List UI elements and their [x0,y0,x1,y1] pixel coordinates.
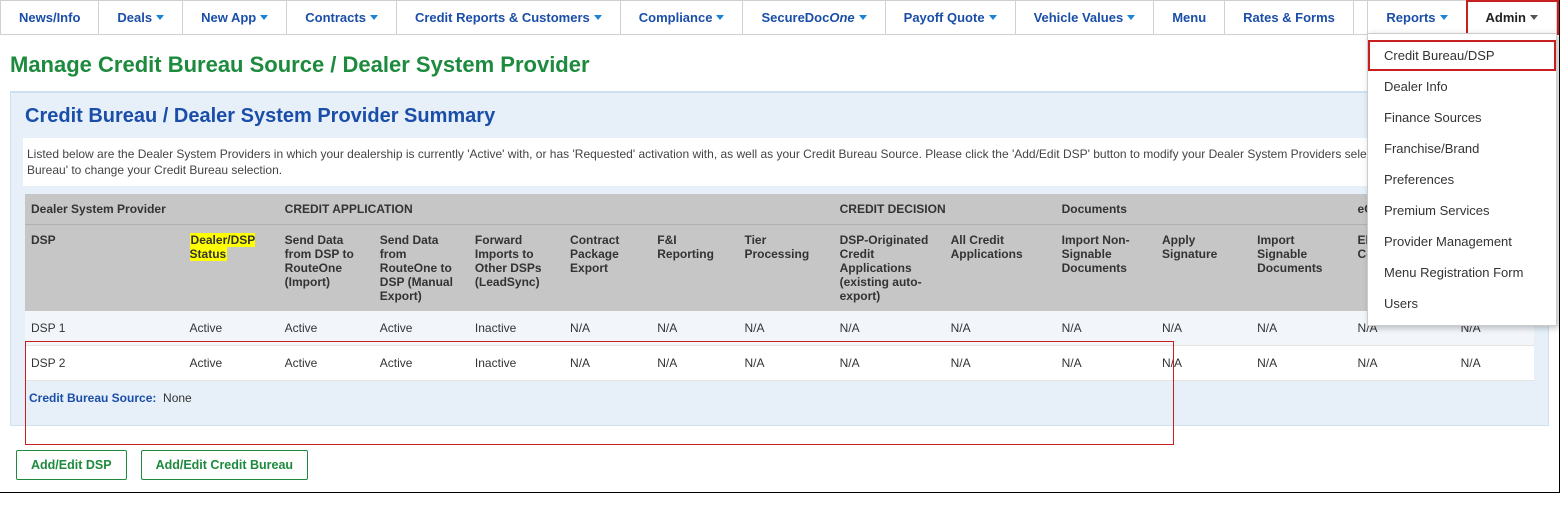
caret-down-icon [370,15,378,20]
nav-credit-reports[interactable]: Credit Reports & Customers [397,1,621,34]
th-group-credit-decision: CREDIT DECISION [834,194,1056,225]
nav-reports[interactable]: Reports [1368,1,1466,34]
th-forward: Forward Imports to Other DSPs (LeadSync) [469,225,564,312]
nav-payoff-quote[interactable]: Payoff Quote [886,1,1016,34]
nav-admin[interactable]: Admin [1468,2,1557,33]
table-row: DSP 1 Active Active Active Inactive N/A … [25,311,1534,346]
nav-compliance[interactable]: Compliance [621,1,744,34]
admin-menu-finance-sources[interactable]: Finance Sources [1368,102,1556,133]
add-edit-dsp-button[interactable]: Add/Edit DSP [16,450,127,480]
caret-down-icon [594,15,602,20]
th-send-import: Send Data from DSP to RouteOne (Import) [279,225,374,312]
caret-down-icon [260,15,268,20]
nav-news-info[interactable]: News/Info [1,1,99,34]
caret-down-icon [1440,15,1448,20]
panel-title: Credit Bureau / Dealer System Provider S… [25,105,1534,128]
top-nav: News/Info Deals New App Contracts Credit… [0,0,1559,35]
admin-menu-credit-bureau-dsp[interactable]: Credit Bureau/DSP [1368,40,1556,71]
nav-new-app[interactable]: New App [183,1,287,34]
nav-menu[interactable]: Menu [1154,1,1225,34]
nav-deals[interactable]: Deals [99,1,183,34]
admin-menu-franchise-brand[interactable]: Franchise/Brand [1368,133,1556,164]
add-edit-credit-bureau-button[interactable]: Add/Edit Credit Bureau [141,450,309,480]
admin-menu-dealer-info[interactable]: Dealer Info [1368,71,1556,102]
nav-rates-forms[interactable]: Rates & Forms [1225,1,1354,34]
table-row: DSP 2 Active Active Active Inactive N/A … [25,346,1534,381]
credit-bureau-source-value: None [163,391,192,405]
nav-admin-wrap: Admin Credit Bureau/DSP Dealer Info Fina… [1466,0,1559,35]
dsp-table: Dealer System Provider CREDIT APPLICATIO… [25,194,1534,381]
th-tier: Tier Processing [738,225,833,312]
nav-vehicle-values[interactable]: Vehicle Values [1016,1,1155,34]
caret-down-icon [989,15,997,20]
summary-panel: Credit Bureau / Dealer System Provider S… [10,91,1549,426]
admin-menu-registration-form[interactable]: Menu Registration Form [1368,257,1556,288]
th-fi: F&I Reporting [651,225,738,312]
th-contract-pkg: Contract Package Export [564,225,651,312]
th-apply-sig: Apply Signature [1156,225,1251,312]
nav-contracts[interactable]: Contracts [287,1,397,34]
credit-bureau-source-row: Credit Bureau Source: None [25,381,1534,407]
th-group-dsp: Dealer System Provider [25,194,279,225]
page-title: Manage Credit Bureau Source / Dealer Sys… [10,52,590,78]
caret-down-icon [156,15,164,20]
panel-description: Listed below are the Dealer System Provi… [23,138,1536,186]
caret-down-icon [1530,15,1538,20]
th-group-credit-app: CREDIT APPLICATION [279,194,834,225]
admin-dropdown: Credit Bureau/DSP Dealer Info Finance So… [1367,33,1557,326]
th-import-sig: Import Signable Documents [1251,225,1351,312]
admin-menu-provider-management[interactable]: Provider Management [1368,226,1556,257]
nav-securedoc[interactable]: SecureDocOne [743,1,885,34]
th-status: Dealer/DSP Status [184,225,279,312]
admin-menu-users[interactable]: Users [1368,288,1556,319]
th-group-documents: Documents [1056,194,1352,225]
th-dsp: DSP [25,225,184,312]
credit-bureau-source-label: Credit Bureau Source: [29,391,156,405]
caret-down-icon [859,15,867,20]
th-import-non: Import Non-Signable Documents [1056,225,1156,312]
caret-down-icon [716,15,724,20]
caret-down-icon [1127,15,1135,20]
th-send-export: Send Data from RouteOne to DSP (Manual E… [374,225,469,312]
th-dsp-orig: DSP-Originated Credit Applications (exis… [834,225,945,312]
admin-menu-premium-services[interactable]: Premium Services [1368,195,1556,226]
admin-menu-preferences[interactable]: Preferences [1368,164,1556,195]
th-all-credit: All Credit Applications [945,225,1056,312]
